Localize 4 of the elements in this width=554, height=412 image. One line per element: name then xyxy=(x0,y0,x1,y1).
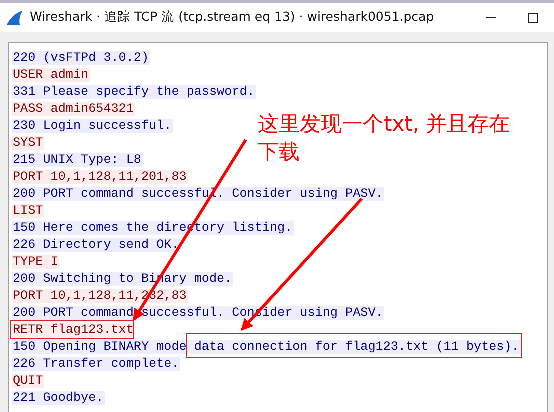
window-title: Wireshark · 追踪 TCP 流 (tcp.stream eq 13) · wireshark0051.pcap xyxy=(30,9,434,26)
maximize-icon xyxy=(527,12,539,24)
annotation-note: 这里发现一个txt, 并且存在下载 xyxy=(258,111,512,166)
shark-fin-icon xyxy=(6,10,24,26)
